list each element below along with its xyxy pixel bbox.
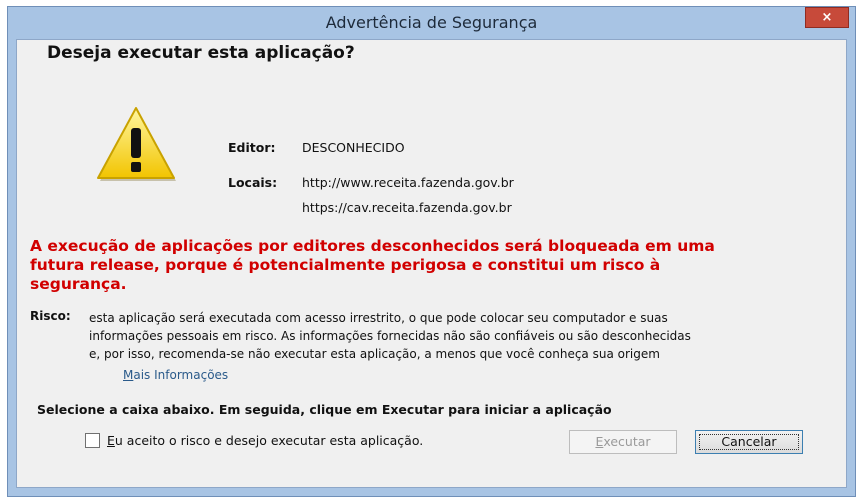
run-button[interactable]: Executar (569, 430, 677, 454)
locais-row: Locais: (228, 175, 277, 190)
close-button[interactable]: × (805, 7, 849, 28)
window-title: Advertência de Segurança (325, 13, 538, 32)
locais-label: Locais: (228, 175, 278, 190)
risk-line: esta aplicação será executada com acesso… (89, 311, 668, 325)
more-info-text: ais Informações (133, 368, 229, 382)
more-info-accesskey: M (123, 368, 134, 382)
warning-line: A execução de aplicações por editores de… (30, 237, 715, 255)
cancel-button[interactable]: Cancelar (695, 430, 803, 454)
warning-triangle-icon (97, 107, 176, 181)
editor-value: DESCONHECIDO (302, 140, 405, 155)
editor-row: Editor: (228, 140, 276, 155)
unknown-publisher-warning: A execução de aplicações por editores de… (30, 237, 830, 294)
accept-risk-checkbox[interactable] (85, 433, 100, 448)
risk-line: e, por isso, recomenda-se não executar e… (89, 347, 660, 361)
accept-risk-label[interactable]: Eu aceito o risco e desejo executar esta… (107, 433, 423, 448)
locais-value-1: http://www.receita.fazenda.gov.br (302, 175, 514, 190)
accept-risk-text: u aceito o risco e desejo executar esta … (114, 433, 424, 448)
select-instruction: Selecione a caixa abaixo. Em seguida, cl… (37, 402, 612, 417)
risk-label: Risco: (30, 309, 71, 323)
warning-line: futura release, porque é potencialmente … (30, 256, 661, 274)
warning-line: segurança. (30, 275, 127, 293)
title-bar[interactable]: Advertência de Segurança × (8, 7, 855, 37)
run-label: xecutar (603, 434, 651, 449)
locais-value-2: https://cav.receita.fazenda.gov.br (302, 200, 512, 215)
accept-risk-accesskey: E (107, 433, 115, 448)
dialog-heading: Deseja executar esta aplicação? (47, 43, 355, 63)
risk-description: esta aplicação será executada com acesso… (89, 309, 829, 363)
cancel-label: Cancelar (721, 434, 777, 449)
editor-label: Editor: (228, 140, 276, 155)
close-icon: × (821, 10, 833, 25)
risk-line: informações pessoais em risco. As inform… (89, 329, 691, 343)
more-info-link[interactable]: Mais Informações (123, 368, 228, 382)
